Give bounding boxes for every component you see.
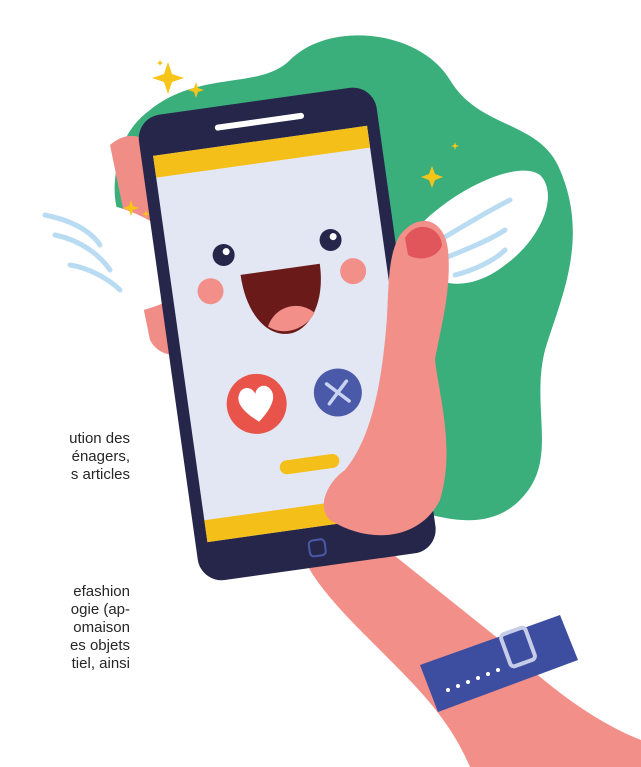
page: on. ution des énagers, s articles efashi… <box>0 0 641 767</box>
phone-illustration <box>138 87 641 767</box>
